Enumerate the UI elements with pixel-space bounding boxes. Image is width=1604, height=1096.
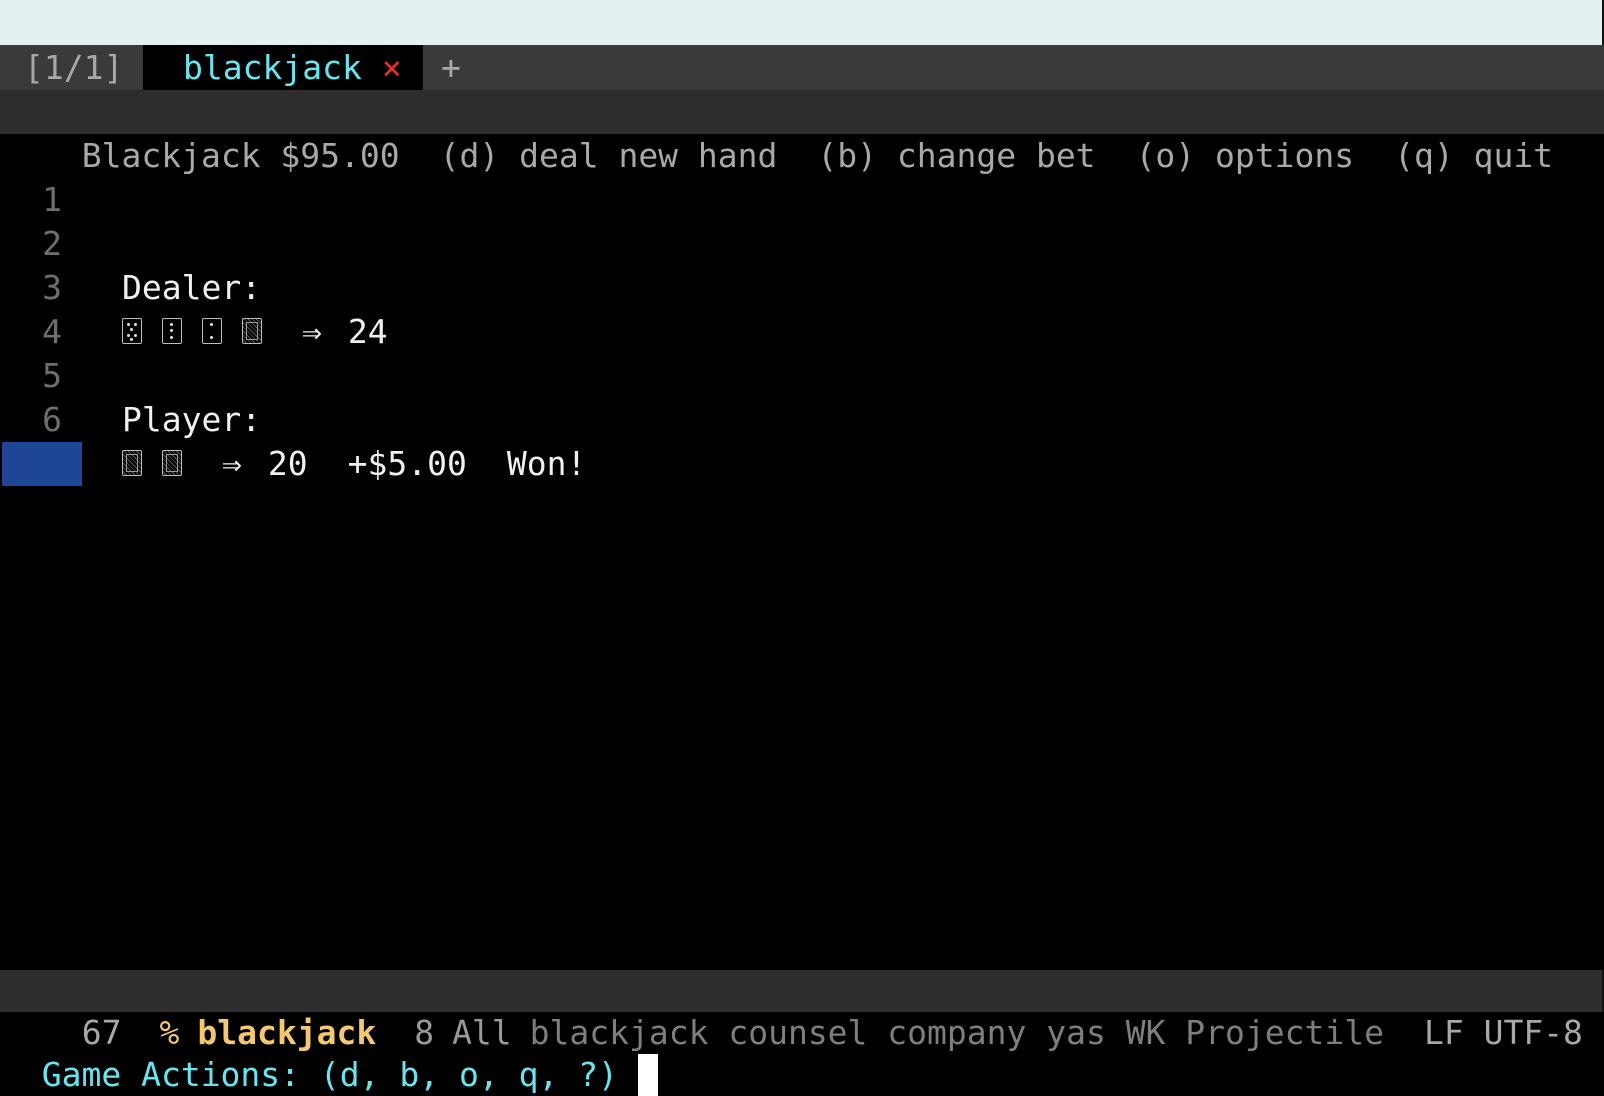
tab-label: blackjack <box>183 48 362 87</box>
tab-index[interactable]: [1/1] <box>0 45 147 90</box>
player-hand: ⇒ 20 +$5.00 Won! <box>122 442 586 486</box>
menu-bar: FileEditOptionsBuffersToolsMinibufProjec… <box>0 0 1604 88</box>
buffer-line: 3 ⇒ 24 <box>0 222 1604 351</box>
buffer-line: 5 Player: <box>0 310 1604 439</box>
buffer-line: 4 <box>0 266 1604 351</box>
tab-bar: [1/1] blackjack × + <box>0 45 1604 90</box>
payout: +$5.00 <box>347 444 467 483</box>
minibuffer-prompt: Game Actions: (d, b, o, q, ?) <box>41 1055 618 1094</box>
hand-result: Won! <box>506 444 587 483</box>
tab-blackjack[interactable]: blackjack × <box>143 45 423 90</box>
buffer-line: 2 Dealer: <box>0 178 1604 307</box>
text-cursor <box>637 1054 658 1096</box>
editor-buffer[interactable]: 1 2 Dealer: 3 ⇒ 24 4 5 Player: 6 ⇒ 20 +$5.0… <box>0 134 1604 970</box>
minibuffer[interactable]: Game Actions: (d, b, o, q, ?) <box>0 1012 1604 1096</box>
header-line: Blackjack $95.00 (d) deal new hand (b) cha… <box>0 90 1604 175</box>
total-arrow: ⇒ <box>222 444 242 483</box>
buffer-line: 6 ⇒ 20 +$5.00 Won! <box>0 354 1604 483</box>
point-cursor <box>2 442 82 486</box>
playing-card-icon <box>162 449 182 476</box>
playing-card-icon <box>122 449 142 476</box>
close-icon[interactable]: × <box>382 48 402 87</box>
mode-line: 67% blackjack 8 All blackjack counsel compan… <box>0 970 1604 1052</box>
new-tab-button[interactable]: + <box>441 45 461 90</box>
player-total: 20 <box>267 444 308 483</box>
buffer-line: 1 <box>0 134 1604 219</box>
buffer-line: 7 <box>0 398 1604 483</box>
